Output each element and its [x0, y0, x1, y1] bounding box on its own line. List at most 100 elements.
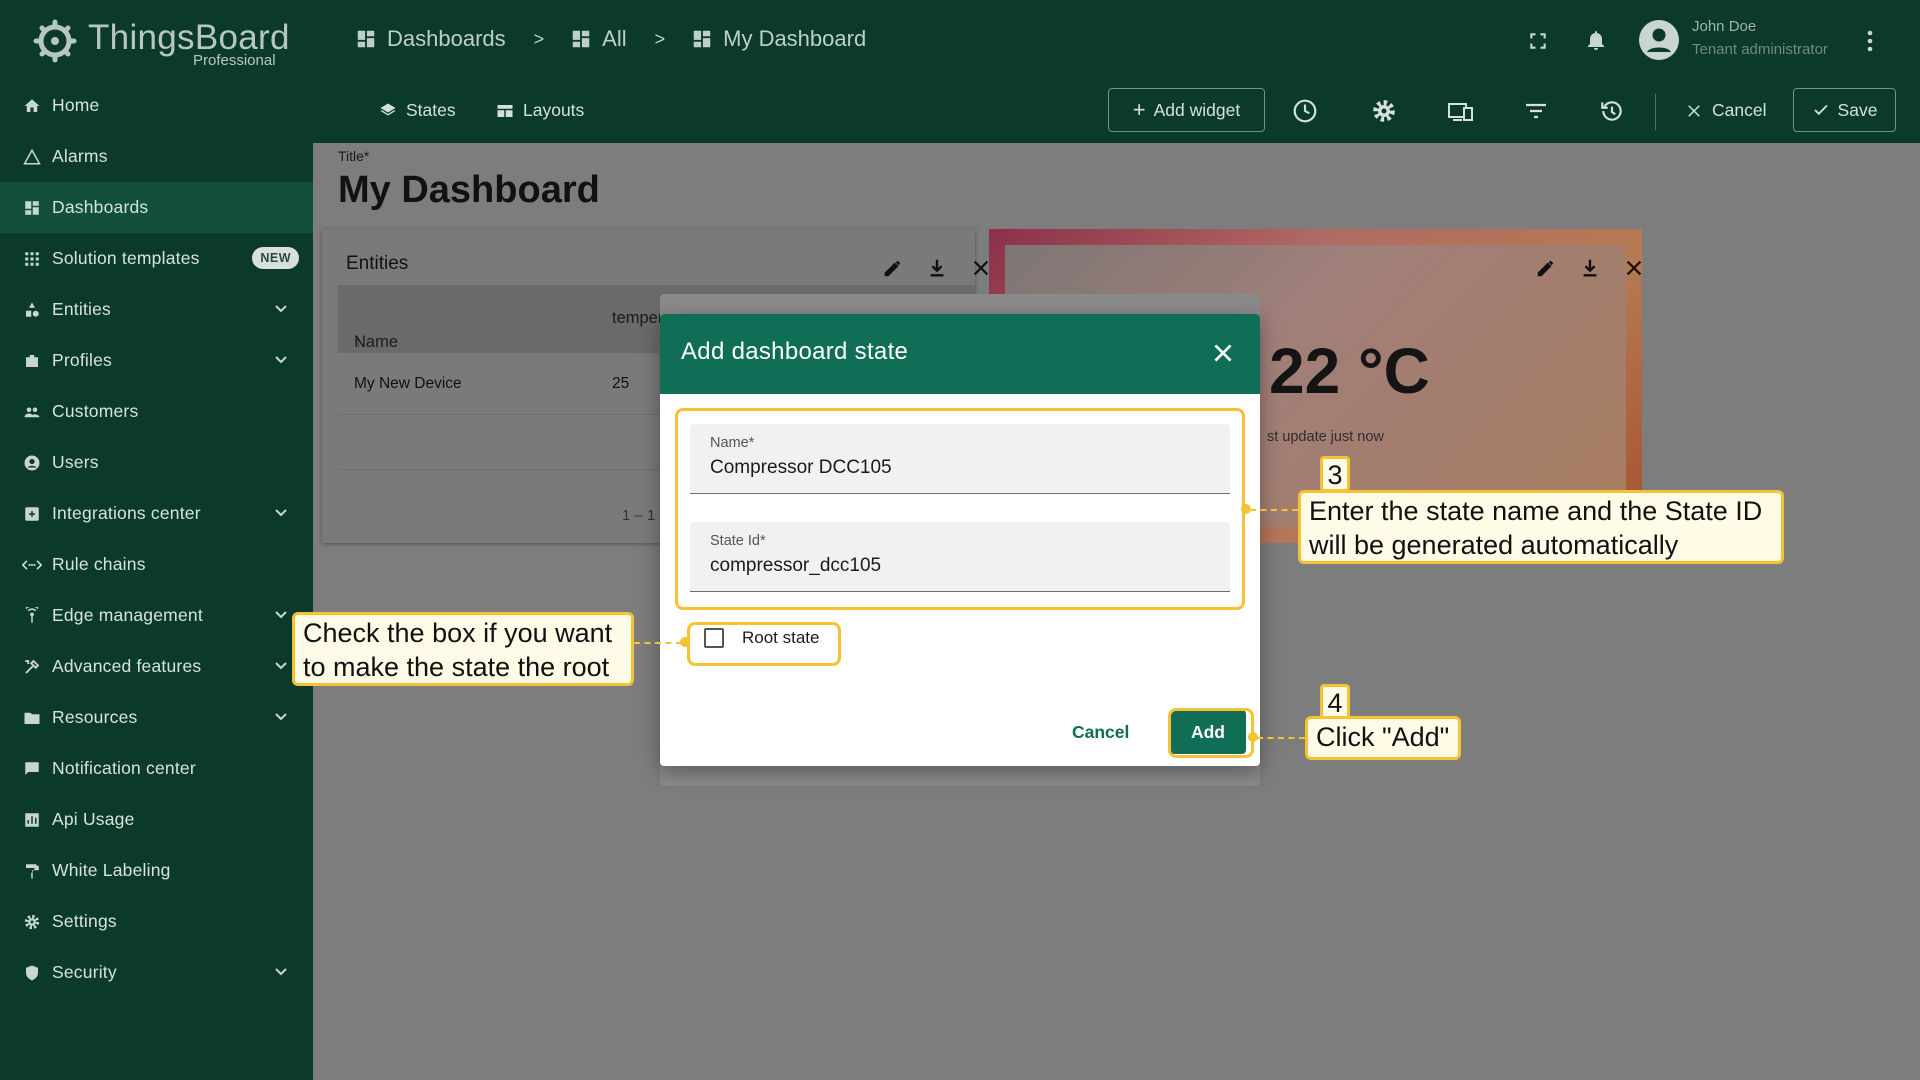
sidebar: ThingsBoard Professional Home Alarms Das… [0, 0, 313, 1080]
new-badge: NEW [252, 247, 299, 269]
app-logo[interactable]: ThingsBoard Professional [28, 12, 298, 72]
tools-icon [22, 657, 42, 677]
layouts-button[interactable]: Layouts [496, 100, 584, 121]
sidebar-item-label: Alarms [52, 146, 108, 166]
logo-gear-icon [33, 19, 77, 63]
add-button-highlight [1168, 708, 1254, 758]
layers-icon [380, 103, 396, 115]
plus-icon: + [1132, 97, 1146, 122]
fullscreen-icon [1530, 33, 1546, 49]
close-icon[interactable] [1623, 257, 1645, 279]
gear-icon [1373, 100, 1395, 122]
checkbox-highlight [687, 622, 841, 666]
sidebar-item-notification-center[interactable]: Notification center [0, 743, 313, 794]
sidebar-item-api-usage[interactable]: Api Usage [0, 794, 313, 845]
save-button[interactable]: Save [1793, 88, 1896, 132]
more-menu-button[interactable] [1855, 26, 1885, 56]
sidebar-item-label: Customers [52, 401, 139, 421]
fields-highlight [675, 408, 1245, 610]
states-button[interactable]: States [379, 100, 456, 121]
sidebar-item-customers[interactable]: Customers [0, 386, 313, 437]
download-icon[interactable] [1579, 257, 1601, 279]
edit-icon[interactable] [1535, 257, 1557, 279]
sidebar-item-entities[interactable]: Entities [0, 284, 313, 335]
user-menu[interactable]: John Doe Tenant administrator [1639, 16, 1859, 66]
timewindow-button[interactable] [1290, 96, 1320, 126]
chevron-down-icon [275, 662, 287, 670]
settings-button[interactable] [1369, 96, 1399, 126]
folder-icon [22, 708, 42, 728]
account-icon [1647, 28, 1671, 52]
layouts-label: Layouts [523, 100, 585, 120]
version-history-button[interactable] [1597, 96, 1627, 126]
user-name: John Doe [1692, 18, 1757, 35]
close-icon[interactable] [1210, 340, 1236, 366]
fullscreen-button[interactable] [1523, 26, 1553, 56]
dashboard-title[interactable]: My Dashboard [338, 169, 600, 212]
user-icon [22, 453, 42, 473]
breadcrumb-dashboards[interactable]: Dashboards [355, 26, 506, 52]
filters-button[interactable] [1521, 96, 1551, 126]
cell-name: My New Device [354, 375, 462, 392]
sidebar-item-label: Home [52, 95, 100, 115]
callout-dot [680, 637, 690, 647]
avatar [1639, 20, 1679, 60]
devices-layout-button[interactable] [1446, 96, 1476, 126]
breadcrumb: Dashboards > All > My Dashboard [355, 26, 866, 52]
dialog-title: Add dashboard state [681, 338, 909, 365]
widget-actions [1513, 257, 1645, 279]
filter-icon [1526, 103, 1546, 119]
bell-icon [1588, 31, 1604, 50]
widget-title: Entities [346, 253, 409, 274]
cancel-edit-button[interactable]: Cancel [1685, 100, 1766, 121]
sidebar-item-security[interactable]: Security [0, 947, 313, 998]
close-icon [1688, 104, 1700, 117]
column-header-temperature[interactable]: temper [612, 309, 663, 328]
cancel-button[interactable]: Cancel [1072, 722, 1129, 743]
dashboard-icon [357, 30, 375, 48]
sidebar-item-label: Advanced features [52, 656, 202, 676]
edit-icon[interactable] [882, 257, 904, 279]
download-icon[interactable] [926, 257, 948, 279]
sidebar-item-dashboards[interactable]: Dashboards [0, 182, 313, 233]
sidebar-item-home[interactable]: Home [0, 80, 313, 131]
notifications-button[interactable] [1581, 25, 1611, 55]
sidebar-item-rule-chains[interactable]: Rule chains [0, 539, 313, 590]
history-icon [1601, 101, 1622, 121]
sidebar-item-label: Settings [52, 911, 117, 931]
toolbar-divider [1655, 94, 1656, 130]
sidebar-item-solution-templates[interactable]: Solution templates NEW [0, 233, 313, 284]
layouts-icon [497, 104, 513, 117]
chevron-down-icon [275, 356, 287, 364]
chevron-down-icon [275, 509, 287, 517]
states-label: States [406, 100, 456, 120]
sidebar-item-users[interactable]: Users [0, 437, 313, 488]
sidebar-item-label: Notification center [52, 758, 196, 778]
breadcrumb-separator: > [654, 28, 666, 49]
sidebar-item-integrations-center[interactable]: Integrations center [0, 488, 313, 539]
dashboard-icon [22, 198, 42, 218]
sidebar-item-label: Dashboards [52, 197, 149, 217]
devices-icon [1448, 103, 1473, 121]
breadcrumb-all[interactable]: All [570, 26, 627, 52]
app-edition: Professional [193, 52, 276, 69]
home-icon [22, 96, 42, 116]
save-label: Save [1837, 99, 1878, 120]
sidebar-item-advanced-features[interactable]: Advanced features [0, 641, 313, 692]
add-widget-button[interactable]: + Add widget [1108, 88, 1265, 132]
sidebar-item-white-labeling[interactable]: White Labeling [0, 845, 313, 896]
sidebar-item-resources[interactable]: Resources [0, 692, 313, 743]
sidebar-item-label: Resources [52, 707, 138, 727]
sidebar-item-edge-management[interactable]: Edge management [0, 590, 313, 641]
cell-temperature: 25 [612, 375, 630, 392]
sidebar-item-label: Rule chains [52, 554, 146, 574]
breadcrumb-separator: > [533, 28, 545, 49]
callout-line [634, 642, 682, 644]
sidebar-item-alarms[interactable]: Alarms [0, 131, 313, 182]
temperature-value: 22 °C [1269, 335, 1430, 407]
sidebar-item-profiles[interactable]: Profiles [0, 335, 313, 386]
profiles-icon [22, 351, 42, 371]
note-line: will be generated automatically [1309, 530, 1679, 560]
sidebar-item-settings[interactable]: Settings [0, 896, 313, 947]
sidebar-item-label: Entities [52, 299, 111, 319]
